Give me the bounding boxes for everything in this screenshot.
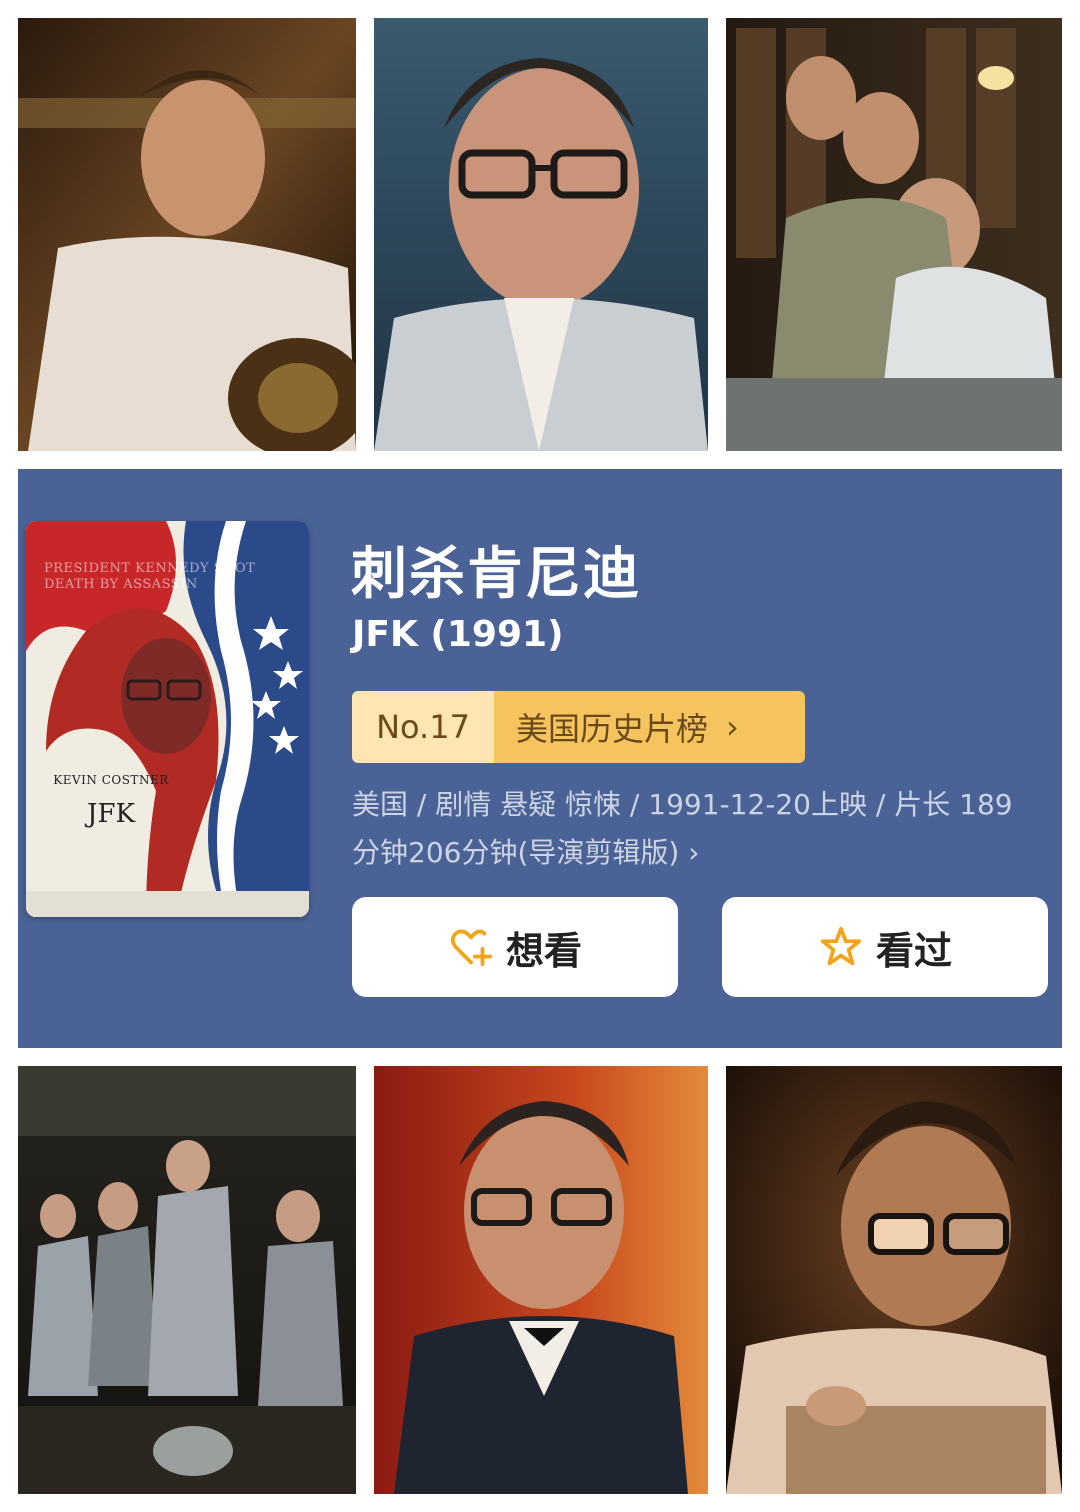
want-to-watch-button[interactable]: 想看	[352, 897, 678, 997]
watched-label: 看过	[875, 928, 952, 973]
movie-info-card: PRESIDENT KENNEDY SHOT DEATH BY ASSASSIN…	[18, 469, 1062, 1048]
movie-meta-info[interactable]: 美国 / 剧情 悬疑 惊悚 / 1991-12-20上映 / 片长 189分钟2…	[352, 781, 1032, 877]
poster-headline: PRESIDENT KENNEDY SHOT DEATH BY ASSASSIN	[44, 561, 256, 592]
movie-still-5[interactable]	[374, 1066, 708, 1494]
poster-actor-name: KEVIN COSTNER	[53, 773, 169, 787]
movie-still-6[interactable]	[726, 1066, 1062, 1494]
movie-still-2[interactable]	[374, 18, 708, 451]
movie-still-1[interactable]	[18, 18, 356, 451]
movie-title: 刺杀肯尼迪	[351, 542, 641, 607]
movie-poster[interactable]: PRESIDENT KENNEDY SHOT DEATH BY ASSASSIN…	[26, 521, 309, 917]
movie-still-3[interactable]	[726, 18, 1062, 451]
chevron-right-icon: ›	[726, 708, 739, 746]
star-outline-icon	[820, 926, 862, 966]
ranking-badge[interactable]: No.17 美国历史片榜 ›	[352, 691, 805, 763]
watched-button[interactable]: 看过	[722, 897, 1048, 997]
rank-list-name: 美国历史片榜	[516, 710, 709, 748]
heart-plus-icon	[450, 929, 493, 967]
rank-list-link[interactable]: 美国历史片榜 ›	[494, 691, 805, 763]
poster-title: JFK	[87, 799, 135, 829]
rank-number: No.17	[352, 691, 494, 763]
movie-original-title: JFK (1991)	[352, 614, 564, 655]
movie-still-4[interactable]	[18, 1066, 356, 1494]
want-to-watch-label: 想看	[505, 928, 582, 973]
